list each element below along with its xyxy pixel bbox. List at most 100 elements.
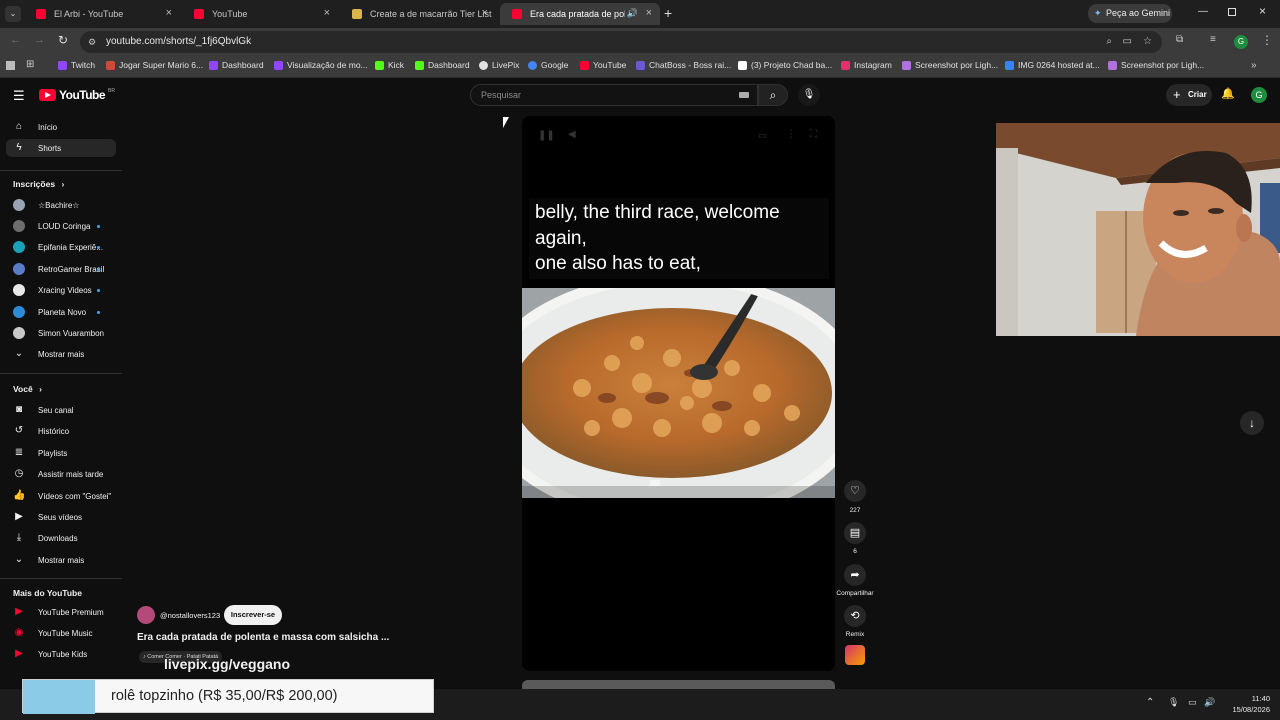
subscribe-button[interactable]: Inscrever-se (224, 605, 282, 625)
tab-tier-list[interactable]: Create a de macarrão Tier List × (340, 3, 496, 25)
sidebar-item-subscription[interactable]: Simon Vuarambon (6, 324, 116, 342)
tray-chevron-icon[interactable]: ⌃ (1146, 697, 1154, 708)
account-avatar[interactable]: G (1251, 87, 1267, 103)
maximize-button[interactable] (1228, 8, 1236, 16)
address-bar[interactable]: ⚙ youtube.com/shorts/_1fj6QbvlGk ⌕ ▭ ☆ (80, 31, 1162, 53)
sidebar-item-youtube-music[interactable]: ◉ YouTube Music (6, 624, 116, 642)
bookmark-item[interactable]: (3) Projeto Chad ba... (738, 60, 832, 70)
sidebar-item-playlists[interactable]: ≣ Playlists (6, 444, 116, 462)
sidebar-item-history[interactable]: ↺ Histórico (6, 422, 116, 440)
bookmark-item[interactable]: Dashboard (415, 60, 470, 70)
sidebar-item-shorts[interactable]: ϟ Shorts (6, 139, 116, 157)
chevron-down-icon: ⌄ (14, 554, 24, 565)
bookmark-item[interactable]: LivePix (479, 60, 519, 70)
search-button[interactable]: ⌕ (758, 84, 788, 106)
speaker-icon[interactable]: 🔊 (627, 8, 638, 19)
sidebar-item-watch-later[interactable]: ◷ Assistir mais tarde (6, 465, 116, 483)
sidebar-show-more[interactable]: ⌄ Mostrar mais (6, 551, 116, 569)
remix-button[interactable]: ⟲ (844, 605, 866, 627)
window-close-button[interactable]: × (1259, 4, 1266, 18)
youtube-logo[interactable]: YouTube BR (39, 88, 115, 102)
new-tab-button[interactable]: + (664, 5, 672, 21)
captions-icon[interactable]: ▭ (758, 130, 767, 141)
bookmark-item[interactable]: Kick (375, 60, 404, 70)
close-icon[interactable]: × (324, 7, 330, 19)
site-info-icon[interactable]: ⚙ (88, 31, 96, 53)
reload-icon[interactable]: ↻ (58, 33, 68, 47)
clock-time[interactable]: 11:40 (1230, 694, 1270, 703)
profile-avatar[interactable]: G (1234, 35, 1248, 49)
search-input[interactable]: Pesquisar (470, 84, 758, 106)
sidebar-item-home[interactable]: ⌂ Início (6, 118, 116, 136)
hamburger-menu-icon[interactable]: ☰ (13, 88, 25, 104)
sidebar-item-subscription[interactable]: LOUD Coringa (6, 217, 116, 235)
tab-youtube[interactable]: YouTube × (182, 3, 338, 25)
sidebar-item-subscription[interactable]: Planeta Novo (6, 303, 116, 321)
subscriptions-heading[interactable]: Inscrições › (13, 179, 64, 189)
back-icon[interactable]: ← (10, 34, 21, 46)
gemini-button[interactable]: ✦ Peça ao Gemini (1088, 4, 1172, 23)
sidebar-show-more[interactable]: ⌄ Mostrar mais (6, 345, 116, 363)
voice-search-button[interactable]: 🎙 (798, 84, 820, 106)
comments-button[interactable]: ▤ (844, 522, 866, 544)
cast-icon[interactable]: ▭ (1123, 31, 1132, 53)
like-button[interactable]: ♡ (844, 480, 866, 502)
clock-date[interactable]: 15/08/2026 (1220, 705, 1270, 714)
sidebar-item-subscription[interactable]: Xracing Videos (6, 281, 116, 299)
sidebar-item-your-videos[interactable]: ▶ Seus vídeos (6, 508, 116, 526)
microphone-tray-icon[interactable]: 🎙 (1168, 697, 1179, 708)
channel-avatar[interactable] (137, 606, 155, 624)
browser-menu-icon[interactable]: ⋮ (1261, 33, 1273, 47)
sidebar-item-youtube-kids[interactable]: ▶ YouTube Kids (6, 645, 116, 663)
sidebar-item-subscription[interactable]: ☆Bachire☆ (6, 196, 116, 214)
sound-thumbnail[interactable] (845, 645, 865, 665)
zoom-icon[interactable]: ⌕ (1106, 31, 1112, 53)
bookmark-item[interactable]: ChatBoss - Boss rai... (636, 60, 731, 70)
grid-icon[interactable]: ⊞ (26, 59, 34, 70)
bookmark-item[interactable]: Twitch (58, 60, 95, 70)
channel-handle[interactable]: @nostallovers123 (160, 611, 220, 620)
bookmark-star-icon[interactable]: ☆ (1143, 31, 1152, 53)
apps-icon[interactable] (6, 61, 15, 70)
sidebar-item-youtube-premium[interactable]: ▶ YouTube Premium (6, 603, 116, 621)
bookmark-item[interactable]: IMG 0264 hosted at... (1005, 60, 1100, 70)
sidebar-item-your-channel[interactable]: ◙ Seu canal (6, 401, 116, 419)
extensions-icon[interactable]: ⧉ (1176, 34, 1183, 45)
bookmark-item[interactable]: Instagram (841, 60, 892, 70)
more-options-icon[interactable]: ⋮ (786, 129, 796, 140)
close-icon[interactable]: × (646, 7, 652, 19)
sidebar-item-subscription[interactable]: Epifania Experiê... (6, 238, 116, 256)
bookmark-item[interactable]: Screenshot por Ligh... (1108, 60, 1204, 70)
close-icon[interactable]: × (482, 7, 488, 19)
fullscreen-icon[interactable]: ⛶ (810, 129, 817, 140)
media-controls-icon[interactable]: ≡ (1210, 34, 1216, 45)
volume-tray-icon[interactable]: 🔊 (1204, 697, 1215, 708)
short-title[interactable]: Era cada pratada de polenta e massa com … (137, 632, 389, 643)
sidebar-item-subscription[interactable]: RetroGamer Brasil (6, 260, 116, 278)
close-icon[interactable]: × (166, 7, 172, 19)
bookmark-item[interactable]: Visualização de mo... (274, 60, 368, 70)
bookmarks-overflow-icon[interactable]: » (1251, 60, 1257, 71)
you-heading[interactable]: Você › (13, 384, 42, 394)
share-button[interactable]: ➦ (844, 564, 866, 586)
bookmark-item[interactable]: Jogar Super Mario 6... (106, 60, 203, 70)
minimize-button[interactable]: — (1198, 6, 1208, 17)
keyboard-icon[interactable] (739, 92, 749, 98)
next-short-button[interactable]: ↓ (1240, 411, 1264, 435)
sidebar-item-liked-videos[interactable]: 👍 Vídeos com "Gostei" (6, 487, 116, 505)
network-icon[interactable]: ▭ (1188, 697, 1197, 708)
tab-search-button[interactable]: ⌄ (5, 6, 21, 22)
notifications-bell-icon[interactable]: 🔔 (1221, 87, 1235, 100)
bookmark-item[interactable]: Google (528, 60, 568, 70)
tab-el-arbi[interactable]: El Arbi - YouTube × (24, 3, 180, 25)
sidebar-item-downloads[interactable]: ⤓ Downloads (6, 529, 116, 547)
pause-icon[interactable]: ❚❚ (538, 130, 555, 141)
create-button[interactable]: + Criar (1166, 84, 1212, 106)
channel-icon: ◙ (15, 404, 23, 415)
volume-icon[interactable]: ◀ (568, 129, 576, 140)
tab-active-short[interactable]: Era cada pratada de polent 🔊 × (500, 3, 660, 25)
bookmark-item[interactable]: Dashboard (209, 60, 264, 70)
bookmark-item[interactable]: YouTube (580, 60, 626, 70)
bookmark-item[interactable]: Screenshot por Ligh... (902, 60, 998, 70)
forward-icon[interactable]: → (34, 34, 45, 46)
